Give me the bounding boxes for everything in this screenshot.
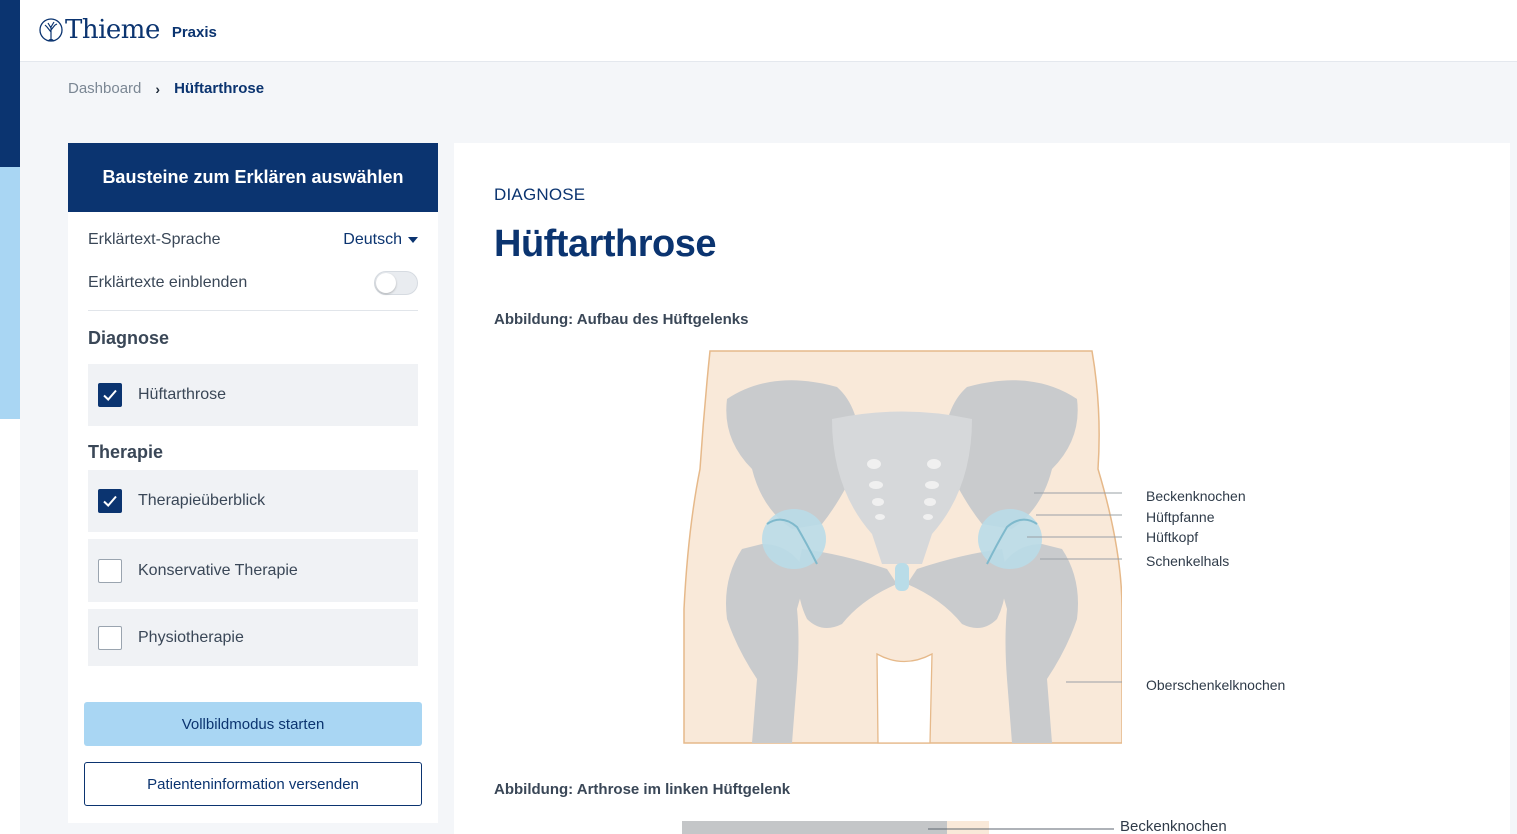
top-header: Thieme Praxis [20,0,1517,62]
panel-title: Bausteine zum Erklären auswählen [68,143,438,212]
caret-down-icon [408,237,418,243]
rail-accent-dark [0,0,20,167]
bone-strip [682,821,947,834]
hip-anatomy-illustration [683,350,1122,744]
pubic-symphysis [895,563,909,591]
label-hueftkopf: Hüftkopf [1146,529,1199,545]
option-label: Physiotherapie [138,628,244,646]
tree-logo-icon [39,18,63,42]
option-label: Therapieüberblick [138,492,266,509]
crotch-gap [876,652,933,744]
label-beckenknochen: Beckenknochen [1146,488,1246,504]
language-value: Deutsch [343,231,402,248]
breadcrumb: Dashboard › Hüftarthrose [68,80,264,97]
checkbox-unchecked[interactable] [98,558,122,583]
breadcrumb-current: Hüftarthrose [174,80,265,97]
option-physiotherapie[interactable]: Physiotherapie [88,609,418,666]
section-title-diagnose: Diagnose [88,328,170,348]
figure-caption-2: Abbildung: Arthrose im linken Hüftgelenk [494,781,791,798]
language-select[interactable]: Deutsch [343,231,418,249]
brand-name: Thieme [65,15,160,45]
show-texts-label: Erklärtexte einblenden [88,274,248,291]
option-label: Hüftarthrose [138,386,227,403]
building-blocks-panel: Bausteine zum Erklären auswählen Erklärt… [68,143,438,823]
option-therapieueberblick[interactable]: Therapieüberblick [88,470,418,532]
check-icon [103,389,117,401]
option-label: Konservative Therapie [138,561,298,579]
language-row: Erklärtext-Sprache Deutsch [88,231,418,249]
content-card: DIAGNOSE Hüftarthrose Abbildung: Aufbau … [454,143,1510,834]
send-patient-info-button[interactable]: Patienteninformation versenden [84,762,422,806]
femoral-head-left [762,509,826,569]
thieme-logo[interactable]: Thieme Praxis [39,14,217,46]
label-hueftpfanne: Hüftpfanne [1146,509,1215,525]
breadcrumb-dashboard-link[interactable]: Dashboard [68,80,141,97]
page-title: Hüftarthrose [494,223,717,265]
panel-divider [88,310,418,311]
rail-accent-light [0,167,20,419]
arthrosis-illustration [682,821,1114,834]
fullscreen-button[interactable]: Vollbildmodus starten [84,702,422,746]
show-texts-row: Erklärtexte einblenden [88,271,418,295]
language-label: Erklärtext-Sprache [88,231,221,248]
label-beckenknochen-2: Beckenknochen [1120,818,1227,834]
label-schenkelhals: Schenkelhals [1146,553,1230,569]
show-texts-toggle[interactable] [374,271,418,295]
option-hueftarthrose[interactable]: Hüftarthrose [88,364,418,426]
left-edge-rail [0,0,20,834]
figure-caption-1: Abbildung: Aufbau des Hüftgelenks [494,311,749,328]
check-icon [103,495,117,507]
content-kicker: DIAGNOSE [494,185,586,204]
femoral-head-right [978,509,1042,569]
checkbox-checked[interactable] [98,489,122,513]
breadcrumb-separator: › [155,80,161,97]
toggle-knob [376,273,396,293]
checkbox-unchecked[interactable] [98,625,122,650]
section-title-therapie: Therapie [88,442,164,462]
checkbox-checked[interactable] [98,383,122,407]
label-oberschenkelknochen: Oberschenkelknochen [1146,677,1286,693]
product-name: Praxis [171,23,217,41]
option-konservative-therapie[interactable]: Konservative Therapie [88,539,418,602]
